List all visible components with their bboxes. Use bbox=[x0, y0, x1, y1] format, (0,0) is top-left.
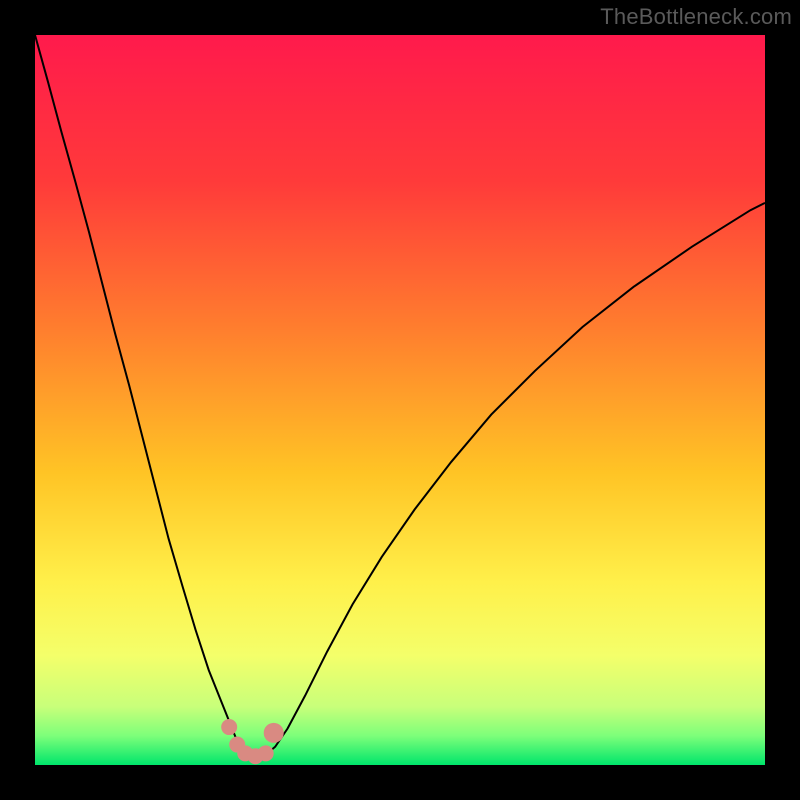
point-a bbox=[221, 719, 237, 735]
outer-frame: TheBottleneck.com bbox=[0, 0, 800, 800]
chart-background bbox=[35, 35, 765, 765]
watermark-text: TheBottleneck.com bbox=[600, 4, 792, 30]
point-f bbox=[264, 723, 284, 743]
bottleneck-chart bbox=[35, 35, 765, 765]
point-e bbox=[258, 745, 274, 761]
